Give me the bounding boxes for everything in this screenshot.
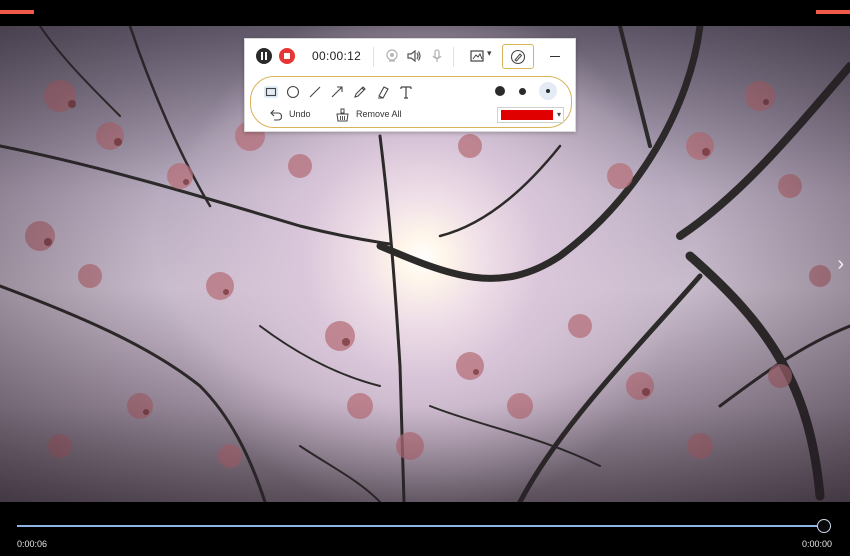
remove-all-label: Remove All (356, 109, 402, 119)
pen-color-picker[interactable]: ▾ (497, 107, 564, 123)
webcam-icon[interactable] (384, 48, 400, 64)
toolbar-divider (373, 47, 374, 67)
undo-label: Undo (289, 109, 311, 119)
total-time: 0:00:00 (801, 539, 832, 549)
window-accent-left (0, 10, 34, 14)
annotate-button[interactable] (502, 44, 534, 69)
ellipse-icon[interactable] (285, 84, 301, 100)
undo-icon (270, 109, 283, 121)
player-controls: 0:00:06 0:00:00 (0, 502, 850, 556)
window-accent-right (816, 10, 850, 14)
brush-size-medium[interactable] (519, 88, 526, 95)
text-icon[interactable] (398, 84, 414, 100)
next-arrow-icon[interactable]: › (837, 254, 844, 274)
recording-toolbar: 00:00:12 ▾ Undo Remove All ▾ (244, 38, 576, 132)
progress-bar[interactable] (17, 525, 824, 527)
brush-size-large[interactable] (495, 86, 505, 96)
color-dropdown-icon: ▾ (556, 110, 561, 119)
speaker-icon[interactable] (406, 48, 422, 64)
screenshot-icon[interactable] (469, 48, 485, 64)
microphone-icon[interactable] (429, 48, 445, 64)
pause-icon[interactable] (256, 48, 272, 64)
current-time: 0:00:06 (17, 539, 48, 549)
screenshot-dropdown-icon[interactable]: ▾ (487, 48, 492, 59)
recording-timer: 00:00:12 (312, 49, 362, 63)
toolbar-divider (453, 47, 454, 67)
stop-icon[interactable] (279, 48, 295, 64)
brush-size-small-selected[interactable] (539, 82, 557, 100)
pen-color-swatch (501, 110, 553, 120)
remove-all-icon (336, 108, 349, 122)
line-icon[interactable] (307, 84, 323, 100)
recording-controls-row: 00:00:12 ▾ (245, 39, 575, 75)
minimize-icon[interactable] (550, 56, 560, 57)
annotation-panel: Undo Remove All ▾ (250, 76, 572, 128)
rectangle-icon[interactable] (263, 84, 279, 100)
arrow-icon[interactable] (329, 84, 345, 100)
progress-knob[interactable] (817, 519, 831, 533)
annotate-icon (510, 49, 526, 65)
highlighter-icon[interactable] (375, 84, 391, 100)
top-strip (0, 0, 850, 26)
pencil-icon[interactable] (352, 84, 368, 100)
